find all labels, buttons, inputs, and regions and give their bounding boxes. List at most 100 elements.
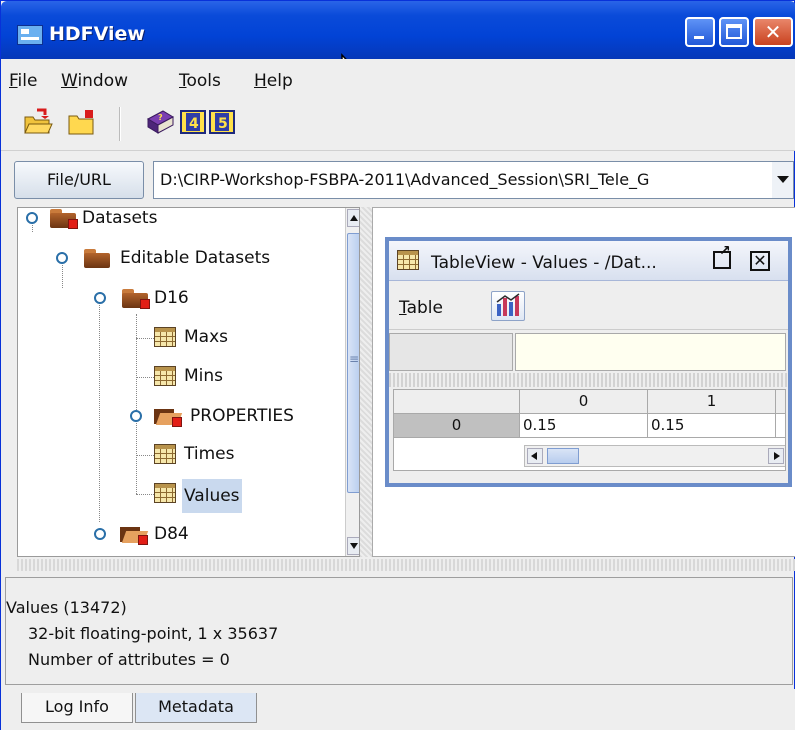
tree-view[interactable]: Datasets Editable Datasets D16 Maxs Mins… <box>17 207 360 557</box>
tree-expander-icon[interactable] <box>94 528 106 540</box>
tree-expander-icon[interactable] <box>130 410 142 422</box>
tree-node-label: Editable Datasets <box>120 248 271 268</box>
scroll-up-icon[interactable] <box>347 209 359 227</box>
tree-node-properties[interactable]: PROPERTIES <box>130 402 344 432</box>
dataset-table-icon <box>397 250 419 270</box>
editable-marker-icon <box>172 417 182 427</box>
scroll-right-icon[interactable] <box>768 448 784 464</box>
tree-node-label: Datasets <box>82 208 158 228</box>
chart-button[interactable] <box>491 291 525 321</box>
menu-help-label: Help <box>254 71 293 91</box>
menu-help[interactable]: Help <box>254 71 293 91</box>
tree-node-d84[interactable]: D84 <box>94 520 294 550</box>
new-folder-icon[interactable] <box>67 107 97 137</box>
editable-marker-icon <box>138 535 148 545</box>
tree-node-mins[interactable]: Mins <box>154 362 304 392</box>
toolbar: ? 4 5 <box>1 99 795 151</box>
tree-node-maxs[interactable]: Maxs <box>154 323 304 353</box>
tree-expander-icon[interactable] <box>94 292 106 304</box>
column-header-partial <box>776 390 785 414</box>
minimize-icon <box>694 36 704 39</box>
title-bar[interactable]: HDFView ✕ <box>1 1 795 59</box>
hdfview-app-icon <box>17 25 43 45</box>
folder-icon <box>84 247 110 268</box>
hdf4-icon[interactable]: 4 <box>179 107 209 137</box>
tree-node-datasets[interactable]: Datasets <box>24 208 324 234</box>
dataset-table-icon <box>154 483 176 503</box>
tree-vertical-scrollbar[interactable] <box>345 208 359 556</box>
svg-text:5: 5 <box>218 116 228 132</box>
table-cell[interactable]: 0.15 <box>648 414 776 438</box>
tree-expander-icon[interactable] <box>26 212 38 224</box>
menu-table[interactable]: Table <box>399 298 443 318</box>
tree-line <box>136 455 154 456</box>
detach-icon[interactable] <box>713 243 731 269</box>
close-icon[interactable]: ✕ <box>750 251 770 271</box>
close-icon: ✕ <box>764 20 782 44</box>
tree-node-label: D84 <box>154 524 189 544</box>
cell-location-label <box>389 333 513 371</box>
tab-metadata[interactable]: Metadata <box>135 693 257 723</box>
dataset-table-icon <box>154 366 176 386</box>
scroll-thumb[interactable] <box>547 448 579 464</box>
horizontal-splitter[interactable] <box>17 559 795 571</box>
bottom-tab-bar: Log Info Metadata <box>1 689 795 730</box>
tree-node-label: Times <box>184 444 235 464</box>
open-folder-icon <box>120 523 148 545</box>
scroll-left-icon[interactable] <box>527 448 543 464</box>
tree-node-label: Values <box>182 479 242 513</box>
editable-marker-icon <box>68 219 78 229</box>
tree-line <box>136 494 154 495</box>
cell-editor-row <box>389 333 788 373</box>
column-header[interactable]: 0 <box>520 390 648 414</box>
open-folder-icon <box>154 405 182 427</box>
tree-node-editable-datasets[interactable]: Editable Datasets <box>56 244 336 274</box>
help-book-icon[interactable]: ? <box>145 107 175 137</box>
info-datatype: 32-bit floating-point, 1 x 35637 <box>28 624 279 643</box>
hdf5-icon[interactable]: 5 <box>208 107 238 137</box>
hdfview-window: HDFView ✕ File Window Tools Help ? 4 5 F… <box>0 0 795 730</box>
metadata-info-pane: Values (13472) 32-bit floating-point, 1 … <box>5 577 793 685</box>
tree-expander-icon[interactable] <box>56 252 68 264</box>
tab-log-info[interactable]: Log Info <box>21 693 133 723</box>
minimize-button[interactable] <box>685 17 715 47</box>
file-url-button[interactable]: File/URL <box>14 161 144 199</box>
tree-line <box>99 300 100 522</box>
chevron-down-icon[interactable] <box>772 162 793 198</box>
open-folder-icon[interactable] <box>23 107 53 137</box>
scroll-thumb[interactable] <box>347 233 359 493</box>
folder-icon <box>50 208 78 229</box>
scroll-down-icon[interactable] <box>347 537 359 555</box>
row-header[interactable]: 0 <box>394 414 520 438</box>
grid-splitter[interactable] <box>389 373 788 387</box>
grid-horizontal-scrollbar[interactable] <box>524 445 785 467</box>
vertical-splitter[interactable] <box>360 207 372 557</box>
window-title: HDFView <box>49 23 145 45</box>
table-cell[interactable]: 0.15 <box>520 414 648 438</box>
menu-file[interactable]: File <box>9 71 37 91</box>
menu-window-label: Window <box>61 71 129 91</box>
column-header[interactable]: 1 <box>648 390 776 414</box>
tree-line <box>136 377 154 378</box>
dataset-table-icon <box>154 444 176 464</box>
toolbar-separator <box>119 107 121 141</box>
tree-node-times[interactable]: Times <box>154 440 304 470</box>
tableview-title-bar[interactable]: TableView - Values - /Dat... ✕ <box>389 241 788 281</box>
url-bar: File/URL D:\CIRP-Workshop-FSBPA-2011\Adv… <box>1 155 795 205</box>
tree-node-values[interactable]: Values <box>154 479 304 513</box>
maximize-button[interactable] <box>719 17 749 47</box>
folder-icon <box>122 287 150 309</box>
url-combobox[interactable]: D:\CIRP-Workshop-FSBPA-2011\Advanced_Ses… <box>153 161 794 199</box>
dataset-table-icon <box>154 327 176 347</box>
menu-window[interactable]: Window <box>61 71 128 91</box>
tree-node-d16[interactable]: D16 <box>94 284 294 314</box>
menu-bar: File Window Tools Help <box>1 59 795 99</box>
menu-file-label: File <box>9 71 38 91</box>
info-dataset-name: Values (13472) <box>6 598 127 617</box>
table-cell-partial[interactable] <box>776 414 785 438</box>
menu-tools[interactable]: Tools <box>179 71 221 91</box>
tree-node-label: D16 <box>154 288 189 308</box>
svg-text:?: ? <box>158 113 163 122</box>
close-button[interactable]: ✕ <box>753 17 793 47</box>
cell-value-field[interactable] <box>515 333 786 371</box>
